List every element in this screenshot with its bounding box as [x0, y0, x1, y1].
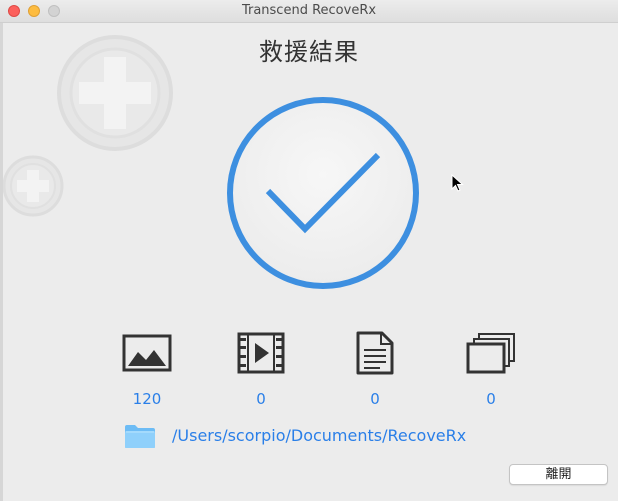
- videos-count: 0: [256, 390, 266, 408]
- document-icon: [356, 331, 394, 375]
- mouse-pointer-icon: [451, 174, 464, 192]
- others-count: 0: [486, 390, 496, 408]
- video-icon: [237, 332, 285, 374]
- exit-button[interactable]: 離開: [509, 464, 608, 485]
- documents-count: 0: [370, 390, 380, 408]
- page-title: 救援結果: [259, 38, 359, 66]
- image-icon: [122, 334, 172, 372]
- decorative-plus-small-icon: [3, 155, 64, 217]
- success-checkmark-icon: [227, 97, 419, 289]
- title-bar: Transcend RecoveRx: [0, 0, 618, 23]
- output-path-link[interactable]: /Users/scorpio/Documents/RecoveRx: [172, 426, 466, 445]
- photos-count: 120: [132, 390, 162, 408]
- folder-icon[interactable]: [124, 423, 156, 449]
- stacked-files-icon: [466, 333, 515, 374]
- window-title: Transcend RecoveRx: [241, 3, 377, 18]
- background-window-edge: [0, 23, 3, 501]
